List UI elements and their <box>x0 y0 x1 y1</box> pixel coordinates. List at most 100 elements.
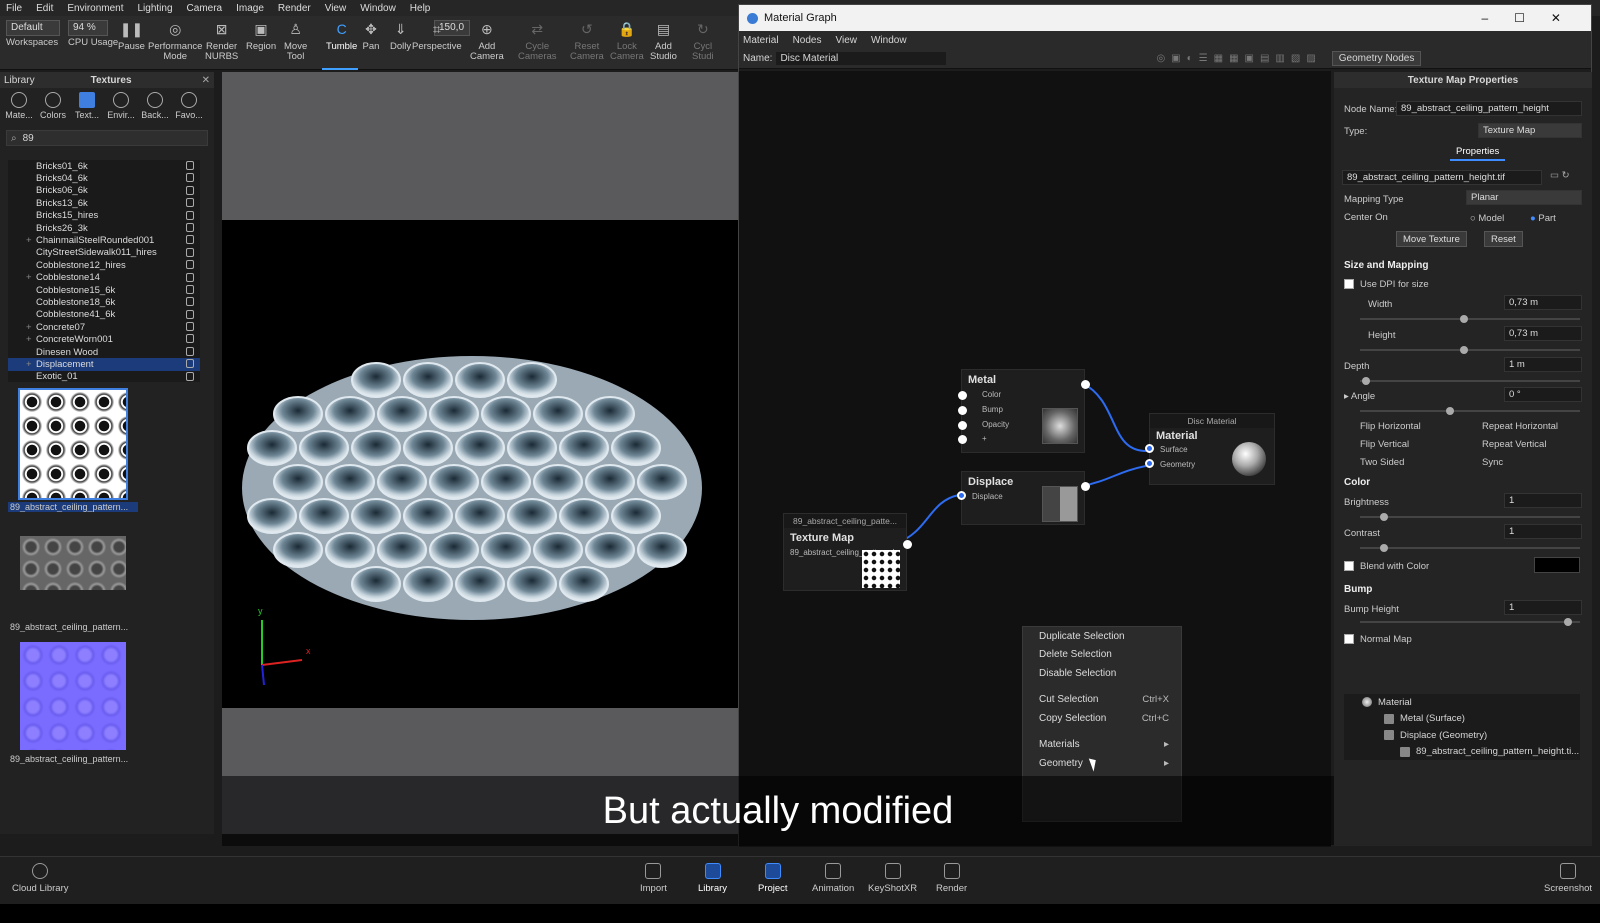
tab-properties[interactable]: Properties <box>1450 144 1506 161</box>
toolbar-cpu-usage-button[interactable]: CPU Usage <box>68 38 118 48</box>
thumbnail-3[interactable]: 89_abstract_ceiling_pattern... <box>8 642 138 764</box>
toolbar-reset-camera-button[interactable]: ↺ Reset Camera <box>570 20 604 62</box>
menu-lighting[interactable]: Lighting <box>138 3 173 14</box>
toolbar-dolly-button[interactable]: ⇓ Dolly <box>390 20 411 52</box>
tree-item[interactable]: Material <box>1344 694 1580 711</box>
metal-node[interactable]: Metal Color Bump Opacity + <box>958 369 1090 453</box>
library-search[interactable]: ⌕ 89 <box>6 130 208 146</box>
tree-item[interactable]: Displace (Geometry) <box>1344 727 1580 744</box>
bottom-render-button[interactable]: Render <box>936 863 967 894</box>
context-cut-selection[interactable]: Cut Selection Ctrl+X <box>1023 691 1181 710</box>
texture-list-item[interactable]: Bricks13_6k <box>8 197 200 209</box>
library-tab-2[interactable]: Text... <box>72 88 102 122</box>
texture-file-field[interactable]: 89_abstract_ceiling_pattern_height.tif <box>1342 170 1542 185</box>
bottom-animation-button[interactable]: Animation <box>812 863 854 894</box>
menu-environment[interactable]: Environment <box>67 3 123 14</box>
bottom-import-button[interactable]: Import <box>640 863 667 894</box>
use-dpi-checkbox[interactable] <box>1344 279 1354 289</box>
toolbar-lock-camera-button[interactable]: 🔒 Lock Camera <box>610 20 644 62</box>
library-tab-5[interactable]: Favo... <box>174 88 204 122</box>
texture-list-item[interactable]: Bricks01_6k <box>8 160 200 172</box>
texture-output-pin[interactable] <box>903 540 912 549</box>
material-node[interactable]: Disc Material Material Surface Geometry <box>1145 413 1275 485</box>
thumbnail-2[interactable]: 89_abstract_ceiling_pattern... <box>8 536 138 632</box>
width-field[interactable]: 0,73 m <box>1504 295 1582 310</box>
bump-height-field[interactable]: 1 <box>1504 600 1582 615</box>
texture-list-item[interactable]: Cobblestone18_6k <box>8 296 200 308</box>
bottom-keyshotxr-button[interactable]: KeyShotXR <box>868 863 917 894</box>
flip-vertical[interactable]: Flip Vertical <box>1360 439 1409 450</box>
blend-color-swatch[interactable] <box>1534 557 1580 573</box>
thumbnail-1[interactable]: 89_abstract_ceiling_pattern... <box>8 388 138 512</box>
texture-list-item[interactable]: Bricks06_6k <box>8 185 200 197</box>
menu-edit[interactable]: Edit <box>36 3 53 14</box>
context-copy-selection[interactable]: Copy Selection Ctrl+C <box>1023 709 1181 728</box>
texture-list-item[interactable]: + Cobblestone14 <box>8 272 200 284</box>
tree-item[interactable]: 89_abstract_ceiling_pattern_height.ti... <box>1344 744 1580 761</box>
close-icon[interactable]: ✕ <box>202 75 210 86</box>
window-controls[interactable]: –☐✕ <box>1482 11 1592 25</box>
geometry-nodes-button[interactable]: Geometry Nodes <box>1331 51 1422 66</box>
blend-color-checkbox[interactable] <box>1344 561 1354 571</box>
material-name-field[interactable]: Disc Material <box>776 52 947 65</box>
color-pin[interactable] <box>958 391 967 400</box>
texture-list-item[interactable]: Cobblestone41_6k <box>8 309 200 321</box>
disc-model[interactable]: y x <box>222 220 738 708</box>
bottom-project-button[interactable]: Project <box>758 863 788 894</box>
flip-horizontal[interactable]: Flip Horizontal <box>1360 421 1421 432</box>
depth-slider[interactable] <box>1360 377 1580 385</box>
context-delete-selection[interactable]: Delete Selection <box>1023 646 1181 665</box>
texture-list-item[interactable]: Exotic_01 <box>8 371 200 382</box>
context-disable-selection[interactable]: Disable Selection <box>1023 664 1181 683</box>
type-select[interactable]: Texture Map <box>1478 123 1582 138</box>
menu-window[interactable]: Window <box>360 3 396 14</box>
texture-list-item[interactable]: + Displacement <box>8 358 200 371</box>
expand-icon[interactable]: + <box>26 334 32 345</box>
toolbar-cycl-studi-button[interactable]: ↻ Cycl Studi <box>692 20 714 62</box>
contrast-slider[interactable] <box>1360 544 1580 552</box>
radio-model[interactable]: ○ Model <box>1470 213 1504 224</box>
texture-list-item[interactable]: Cobblestone15_6k <box>8 284 200 296</box>
graph-menu-material[interactable]: Material <box>743 35 779 46</box>
toolbar-cycle-cameras-button[interactable]: ⇄ Cycle Cameras <box>518 20 557 62</box>
two-sided[interactable]: Two Sided <box>1360 457 1404 468</box>
toolbar-add-camera-button[interactable]: ⊕ Add Camera <box>470 20 504 62</box>
bottom-library-button[interactable]: Library <box>698 863 727 894</box>
angle-field[interactable]: 0 ° <box>1504 387 1582 402</box>
texture-list-item[interactable]: Bricks04_6k <box>8 172 200 184</box>
menu-file[interactable]: File <box>6 3 22 14</box>
toolbar-tumble-button[interactable]: C Tumble <box>326 20 357 52</box>
texture-list-item[interactable]: CityStreetSidewalk011_hires <box>8 247 200 259</box>
sync[interactable]: Sync <box>1482 457 1503 468</box>
expand-icon[interactable]: + <box>26 272 32 283</box>
displace-input-pin[interactable] <box>957 491 966 500</box>
angle-slider[interactable] <box>1360 407 1580 415</box>
repeat-vertical[interactable]: Repeat Vertical <box>1482 439 1546 450</box>
expand-icon[interactable]: + <box>26 235 32 246</box>
mapping-type-select[interactable]: Planar <box>1466 190 1582 205</box>
texture-list-item[interactable]: + ConcreteWorn001 <box>8 333 200 345</box>
context-duplicate-selection[interactable]: Duplicate Selection <box>1023 627 1181 646</box>
texture-list-item[interactable]: + ChainmailSteelRounded001 <box>8 234 200 246</box>
texture-map-node[interactable]: 89_abstract_ceiling_patte... Texture Map… <box>783 513 912 591</box>
context-geometry[interactable]: Geometry ▸ <box>1023 754 1181 773</box>
search-input[interactable]: 89 <box>23 133 34 144</box>
cloud-library-button[interactable]: Cloud Library <box>12 863 69 894</box>
opacity-pin[interactable] <box>958 421 967 430</box>
toolbar-perspective-button[interactable]: ⌗ Perspective <box>412 20 462 52</box>
bump-pin[interactable] <box>958 406 967 415</box>
angle-label[interactable]: ▸ Angle <box>1344 391 1375 402</box>
radio-part[interactable]: ● Part <box>1530 213 1556 224</box>
toolbar-render-nurbs-button[interactable]: ⊠ Render NURBS <box>205 20 238 62</box>
width-slider[interactable] <box>1360 315 1580 323</box>
toolbar-workspaces-button[interactable]: Workspaces <box>6 38 58 48</box>
menu-camera[interactable]: Camera <box>187 3 223 14</box>
metal-output-pin[interactable] <box>1081 380 1090 389</box>
brightness-slider[interactable] <box>1360 513 1580 521</box>
workspace-select[interactable]: Default <box>6 20 60 36</box>
library-tab-3[interactable]: Envir... <box>106 88 136 122</box>
displace-output-pin[interactable] <box>1081 482 1090 491</box>
folder-icon[interactable]: ▭ ↻ <box>1550 170 1570 181</box>
brightness-field[interactable]: 1 <box>1504 493 1582 508</box>
library-tab-0[interactable]: Mate... <box>4 88 34 122</box>
